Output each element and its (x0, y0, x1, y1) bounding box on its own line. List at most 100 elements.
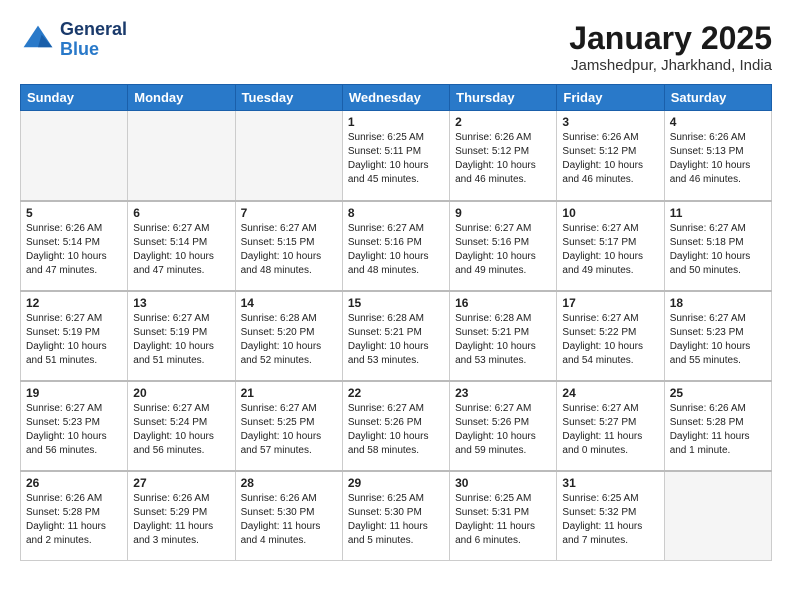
day-number: 3 (562, 115, 658, 129)
day-number: 25 (670, 386, 766, 400)
calendar-cell: 13 Sunrise: 6:27 AM Sunset: 5:19 PM Dayli… (128, 291, 235, 381)
day-number: 14 (241, 296, 337, 310)
weekday-header: Saturday (664, 85, 771, 111)
cell-info: Sunrise: 6:26 AM Sunset: 5:12 PM Dayligh… (455, 131, 551, 187)
month-year: January 2025 (569, 20, 772, 57)
calendar-table: SundayMondayTuesdayWednesdayThursdayFrid… (20, 84, 772, 561)
day-number: 4 (670, 115, 766, 129)
calendar-cell: 2 Sunrise: 6:26 AM Sunset: 5:12 PM Daylig… (450, 111, 557, 201)
day-number: 12 (26, 296, 122, 310)
calendar-cell: 21 Sunrise: 6:27 AM Sunset: 5:25 PM Dayli… (235, 381, 342, 471)
day-number: 20 (133, 386, 229, 400)
day-number: 6 (133, 206, 229, 220)
weekday-header-row: SundayMondayTuesdayWednesdayThursdayFrid… (21, 85, 772, 111)
cell-info: Sunrise: 6:27 AM Sunset: 5:17 PM Dayligh… (562, 222, 658, 278)
weekday-header: Sunday (21, 85, 128, 111)
calendar-cell: 5Sunrise: 6:26 AM Sunset: 5:14 PM Daylig… (21, 201, 128, 291)
logo-icon (20, 22, 56, 58)
cell-info: Sunrise: 6:28 AM Sunset: 5:21 PM Dayligh… (348, 312, 444, 368)
calendar-cell (664, 471, 771, 561)
cell-info: Sunrise: 6:27 AM Sunset: 5:25 PM Dayligh… (241, 402, 337, 458)
cell-info: Sunrise: 6:27 AM Sunset: 5:19 PM Dayligh… (133, 312, 229, 368)
calendar-cell: 24Sunrise: 6:27 AM Sunset: 5:27 PM Dayli… (557, 381, 664, 471)
weekday-header: Friday (557, 85, 664, 111)
day-number: 11 (670, 206, 766, 220)
cell-info: Sunrise: 6:26 AM Sunset: 5:28 PM Dayligh… (670, 402, 766, 458)
calendar-cell: 3 Sunrise: 6:26 AM Sunset: 5:12 PM Daylig… (557, 111, 664, 201)
calendar-cell: 31Sunrise: 6:25 AM Sunset: 5:32 PM Dayli… (557, 471, 664, 561)
calendar-cell: 20Sunrise: 6:27 AM Sunset: 5:24 PM Dayli… (128, 381, 235, 471)
day-number: 23 (455, 386, 551, 400)
calendar-cell: 26 Sunrise: 6:26 AM Sunset: 5:28 PM Dayli… (21, 471, 128, 561)
weekday-header: Monday (128, 85, 235, 111)
calendar-cell: 12 Sunrise: 6:27 AM Sunset: 5:19 PM Dayli… (21, 291, 128, 381)
calendar-cell: 17 Sunrise: 6:27 AM Sunset: 5:22 PM Dayli… (557, 291, 664, 381)
calendar-cell: 10 Sunrise: 6:27 AM Sunset: 5:17 PM Dayli… (557, 201, 664, 291)
weekday-header: Thursday (450, 85, 557, 111)
day-number: 2 (455, 115, 551, 129)
calendar-week-row: 26 Sunrise: 6:26 AM Sunset: 5:28 PM Dayli… (21, 471, 772, 561)
day-number: 16 (455, 296, 551, 310)
calendar-cell (235, 111, 342, 201)
day-number: 18 (670, 296, 766, 310)
calendar-cell: 14 Sunrise: 6:28 AM Sunset: 5:20 PM Dayli… (235, 291, 342, 381)
cell-info: Sunrise: 6:26 AM Sunset: 5:28 PM Dayligh… (26, 492, 122, 548)
cell-info: Sunrise: 6:27 AM Sunset: 5:15 PM Dayligh… (241, 222, 337, 278)
day-number: 21 (241, 386, 337, 400)
cell-info: Sunrise: 6:27 AM Sunset: 5:16 PM Dayligh… (455, 222, 551, 278)
cell-info: Sunrise: 6:27 AM Sunset: 5:18 PM Dayligh… (670, 222, 766, 278)
calendar-cell: 4 Sunrise: 6:26 AM Sunset: 5:13 PM Daylig… (664, 111, 771, 201)
logo: General Blue (20, 20, 127, 60)
cell-info: Sunrise: 6:27 AM Sunset: 5:16 PM Dayligh… (348, 222, 444, 278)
calendar-cell: 23 Sunrise: 6:27 AM Sunset: 5:26 PM Dayli… (450, 381, 557, 471)
day-number: 15 (348, 296, 444, 310)
day-number: 13 (133, 296, 229, 310)
calendar-cell: 15 Sunrise: 6:28 AM Sunset: 5:21 PM Dayli… (342, 291, 449, 381)
page-header: General Blue January 2025 Jamshedpur, Jh… (20, 20, 772, 74)
cell-info: Sunrise: 6:26 AM Sunset: 5:13 PM Dayligh… (670, 131, 766, 187)
cell-info: Sunrise: 6:27 AM Sunset: 5:22 PM Dayligh… (562, 312, 658, 368)
calendar-cell: 8 Sunrise: 6:27 AM Sunset: 5:16 PM Daylig… (342, 201, 449, 291)
calendar-week-row: 5Sunrise: 6:26 AM Sunset: 5:14 PM Daylig… (21, 201, 772, 291)
calendar-cell: 9 Sunrise: 6:27 AM Sunset: 5:16 PM Daylig… (450, 201, 557, 291)
day-number: 17 (562, 296, 658, 310)
day-number: 5 (26, 206, 122, 220)
weekday-header: Tuesday (235, 85, 342, 111)
calendar-cell: 25 Sunrise: 6:26 AM Sunset: 5:28 PM Dayli… (664, 381, 771, 471)
day-number: 8 (348, 206, 444, 220)
calendar-cell: 16 Sunrise: 6:28 AM Sunset: 5:21 PM Dayli… (450, 291, 557, 381)
cell-info: Sunrise: 6:28 AM Sunset: 5:20 PM Dayligh… (241, 312, 337, 368)
calendar-cell: 22 Sunrise: 6:27 AM Sunset: 5:26 PM Dayli… (342, 381, 449, 471)
logo-text: General Blue (60, 20, 127, 60)
day-number: 31 (562, 476, 658, 490)
cell-info: Sunrise: 6:27 AM Sunset: 5:23 PM Dayligh… (670, 312, 766, 368)
day-number: 22 (348, 386, 444, 400)
calendar-week-row: 1Sunrise: 6:25 AM Sunset: 5:11 PM Daylig… (21, 111, 772, 201)
cell-info: Sunrise: 6:27 AM Sunset: 5:26 PM Dayligh… (348, 402, 444, 458)
cell-info: Sunrise: 6:26 AM Sunset: 5:30 PM Dayligh… (241, 492, 337, 548)
cell-info: Sunrise: 6:26 AM Sunset: 5:12 PM Dayligh… (562, 131, 658, 187)
day-number: 1 (348, 115, 444, 129)
day-number: 30 (455, 476, 551, 490)
day-number: 26 (26, 476, 122, 490)
cell-info: Sunrise: 6:25 AM Sunset: 5:30 PM Dayligh… (348, 492, 444, 548)
day-number: 9 (455, 206, 551, 220)
cell-info: Sunrise: 6:28 AM Sunset: 5:21 PM Dayligh… (455, 312, 551, 368)
calendar-cell: 1Sunrise: 6:25 AM Sunset: 5:11 PM Daylig… (342, 111, 449, 201)
calendar-cell: 28 Sunrise: 6:26 AM Sunset: 5:30 PM Dayli… (235, 471, 342, 561)
day-number: 10 (562, 206, 658, 220)
calendar-cell: 19Sunrise: 6:27 AM Sunset: 5:23 PM Dayli… (21, 381, 128, 471)
day-number: 19 (26, 386, 122, 400)
cell-info: Sunrise: 6:27 AM Sunset: 5:19 PM Dayligh… (26, 312, 122, 368)
calendar-week-row: 12 Sunrise: 6:27 AM Sunset: 5:19 PM Dayli… (21, 291, 772, 381)
calendar-cell (128, 111, 235, 201)
calendar-cell: 29Sunrise: 6:25 AM Sunset: 5:30 PM Dayli… (342, 471, 449, 561)
weekday-header: Wednesday (342, 85, 449, 111)
calendar-cell: 7Sunrise: 6:27 AM Sunset: 5:15 PM Daylig… (235, 201, 342, 291)
calendar-cell: 6Sunrise: 6:27 AM Sunset: 5:14 PM Daylig… (128, 201, 235, 291)
cell-info: Sunrise: 6:27 AM Sunset: 5:26 PM Dayligh… (455, 402, 551, 458)
day-number: 28 (241, 476, 337, 490)
calendar-cell: 18 Sunrise: 6:27 AM Sunset: 5:23 PM Dayli… (664, 291, 771, 381)
cell-info: Sunrise: 6:26 AM Sunset: 5:29 PM Dayligh… (133, 492, 229, 548)
day-number: 27 (133, 476, 229, 490)
